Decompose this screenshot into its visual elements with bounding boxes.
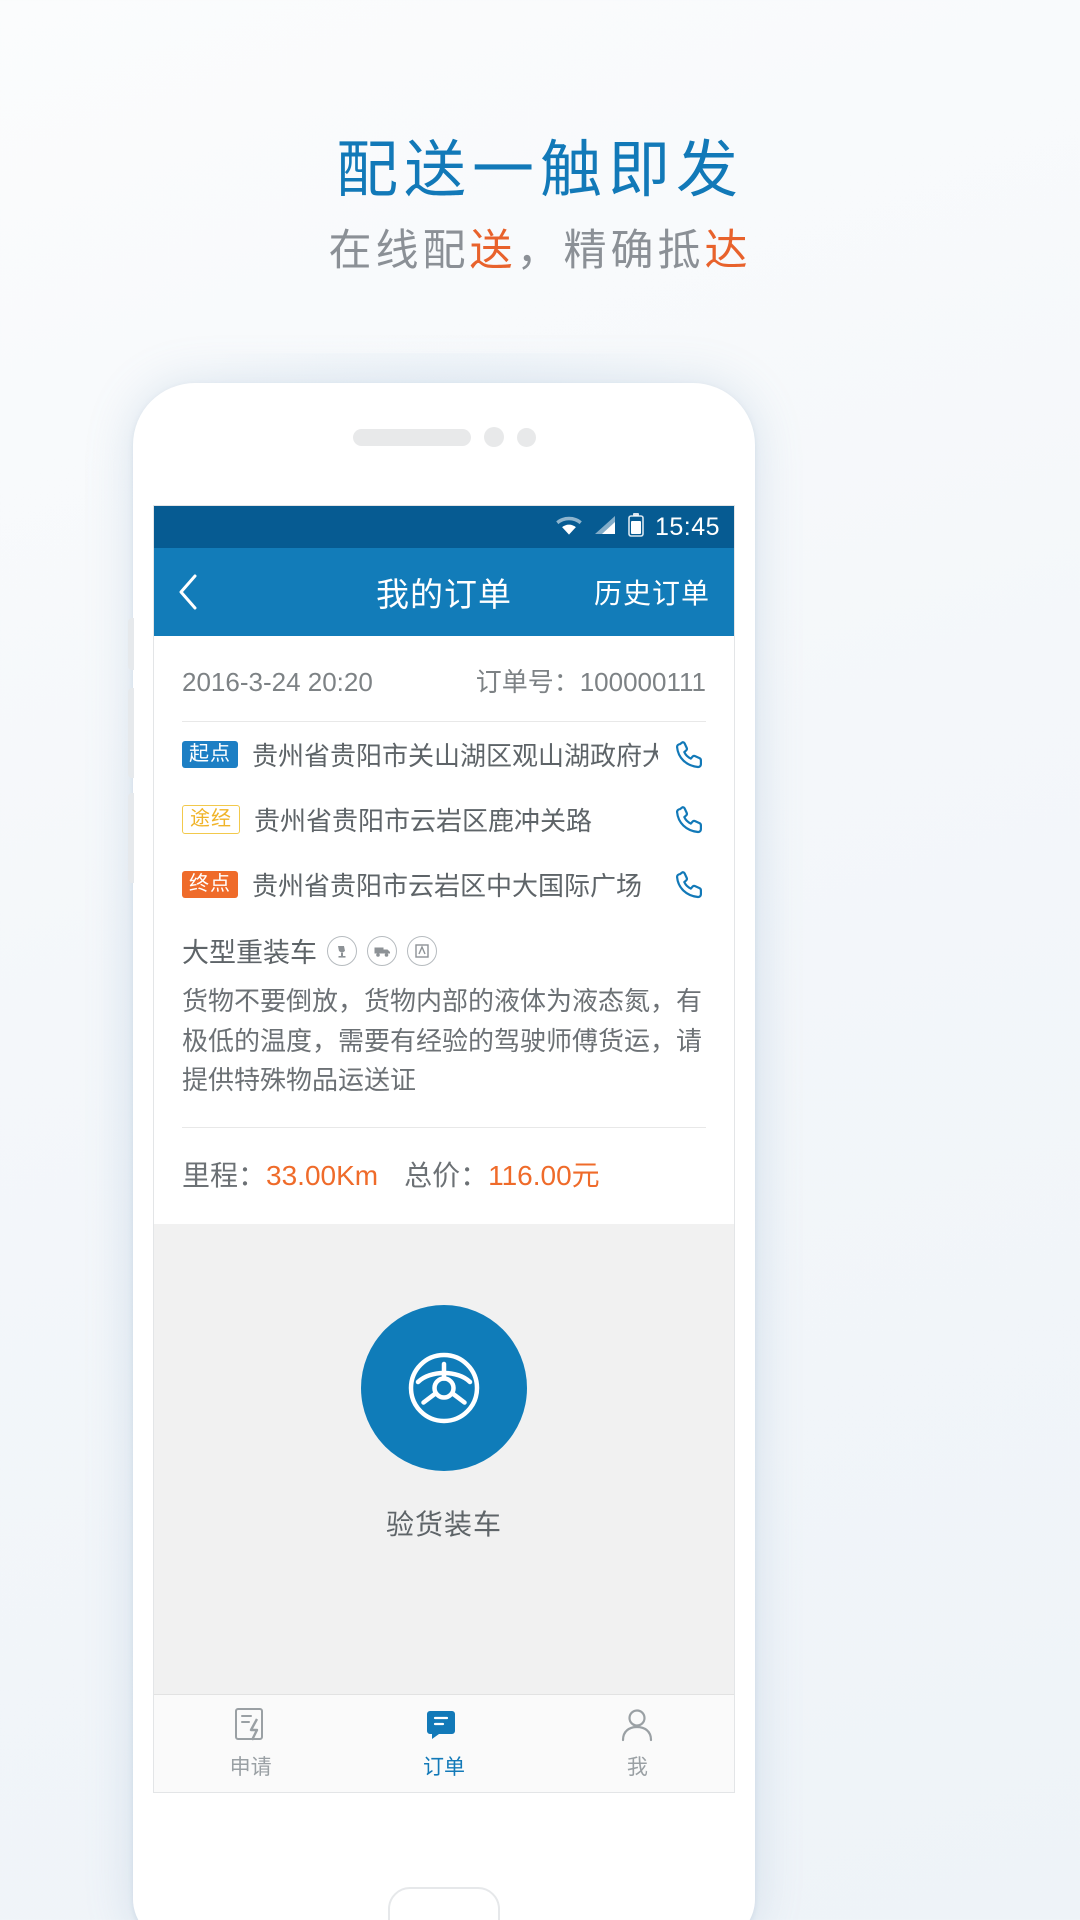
address-row-start[interactable]: 起点 贵州省贵阳市关山湖区观山湖政府大厦961号 <box>182 722 706 787</box>
address-row-via[interactable]: 途经 贵州省贵阳市云岩区鹿冲关路 <box>182 787 706 852</box>
tab-bar: 申请 订单 我 <box>154 1694 734 1792</box>
vehicle-type: 大型重装车 <box>182 938 317 968</box>
promo-subtitle: 在线配送，精确抵达 <box>0 224 1080 280</box>
phone-icon-via[interactable] <box>672 803 706 837</box>
promo-subtitle-seg-3: ，精确抵 <box>516 226 705 275</box>
proximity-sensor <box>516 427 536 447</box>
vehicle-row: 大型重装车 <box>182 917 706 976</box>
action-area: 验货装车 <box>154 1223 734 1624</box>
speaker-grille <box>352 428 471 446</box>
nav-bar: 我的订单 历史订单 <box>154 548 734 636</box>
front-camera <box>483 427 504 447</box>
phone-icon-end[interactable] <box>672 868 706 902</box>
promo-block: 配送一触即发 在线配送，精确抵达 <box>0 132 1080 279</box>
user-icon <box>622 1709 653 1742</box>
order-note: 货物不要倒放，货物内部的液体为液态氮，有极低的温度，需要有经验的驾驶师傅货运，请… <box>182 986 703 1096</box>
mileage-block: 里程：33.00Km <box>182 1154 378 1194</box>
tab-profile-label: 我 <box>626 1756 648 1779</box>
tab-orders-label: 订单 <box>422 1756 465 1779</box>
badge-end: 终点 <box>182 871 238 898</box>
apply-icon <box>234 1708 263 1741</box>
order-datetime: 2016-3-24 20:20 <box>182 667 373 697</box>
order-card-header: 2016-3-24 20:20 订单号：100000111 <box>182 636 706 721</box>
phone-side-button-mute <box>128 618 134 670</box>
address-text-end: 贵州省贵阳市云岩区中大国际广场 <box>252 871 643 901</box>
phone-icon-start[interactable] <box>672 738 706 772</box>
total-price-block: 总价：116.00元 <box>404 1154 600 1194</box>
address-text-via: 贵州省贵阳市云岩区鹿冲关路 <box>254 806 593 836</box>
order-card: 2016-3-24 20:20 订单号：100000111 起点 贵州省贵阳市关… <box>154 636 734 1224</box>
mileage-value: 33.00Km <box>266 1159 379 1191</box>
truck-icon <box>367 935 397 966</box>
order-number-value: 100000111 <box>579 667 706 697</box>
tab-apply[interactable]: 申请 <box>154 1695 347 1792</box>
phone-speaker <box>133 427 755 447</box>
badge-start: 起点 <box>182 741 238 768</box>
chevron-left-icon <box>179 574 197 610</box>
phone-screen: 15:45 我的订单 历史订单 2016-3-24 20:20 订单号：1000… <box>153 505 735 1793</box>
tab-orders[interactable]: 订单 <box>347 1695 540 1792</box>
order-number-block: 订单号：100000111 <box>476 662 706 699</box>
order-number-label: 订单号： <box>475 667 580 697</box>
total-price-value: 116.00元 <box>488 1159 600 1191</box>
signal-icon <box>593 515 617 540</box>
promo-title: 配送一触即发 <box>335 136 744 205</box>
back-button[interactable] <box>178 570 218 614</box>
phone-mockup: 15:45 我的订单 历史订单 2016-3-24 20:20 订单号：1000… <box>128 383 755 1920</box>
promo-subtitle-seg-4: 达 <box>704 226 752 275</box>
status-bar: 15:45 <box>154 506 734 548</box>
mileage-label: 里程： <box>182 1159 267 1191</box>
address-text-start: 贵州省贵阳市关山湖区观山湖政府大厦961号 <box>252 741 658 771</box>
tab-apply-label: 申请 <box>229 1756 272 1779</box>
steering-wheel-icon <box>408 1352 480 1423</box>
promo-subtitle-seg-2: 送 <box>469 226 517 275</box>
order-icon <box>426 1711 455 1739</box>
person-icon <box>407 935 437 966</box>
action-label: 验货装车 <box>385 1508 502 1540</box>
tab-profile[interactable]: 我 <box>541 1695 734 1792</box>
phone-side-button-volume-down <box>128 793 134 883</box>
status-bar-time: 15:45 <box>654 512 720 541</box>
fragile-icon <box>327 935 357 966</box>
wifi-icon <box>556 515 582 540</box>
promo-subtitle-seg-1: 在线配 <box>328 226 470 275</box>
battery-icon <box>628 512 644 542</box>
address-row-end[interactable]: 终点 贵州省贵阳市云岩区中大国际广场 <box>182 852 706 917</box>
inspect-and-load-button[interactable] <box>361 1304 527 1471</box>
phone-side-button-volume-up <box>128 688 134 778</box>
badge-via: 途经 <box>182 805 240 834</box>
total-price-label: 总价： <box>404 1159 489 1191</box>
history-orders-button[interactable]: 历史订单 <box>594 572 710 612</box>
home-button[interactable] <box>388 1887 500 1920</box>
price-row: 里程：33.00Km 总价：116.00元 <box>182 1128 706 1224</box>
